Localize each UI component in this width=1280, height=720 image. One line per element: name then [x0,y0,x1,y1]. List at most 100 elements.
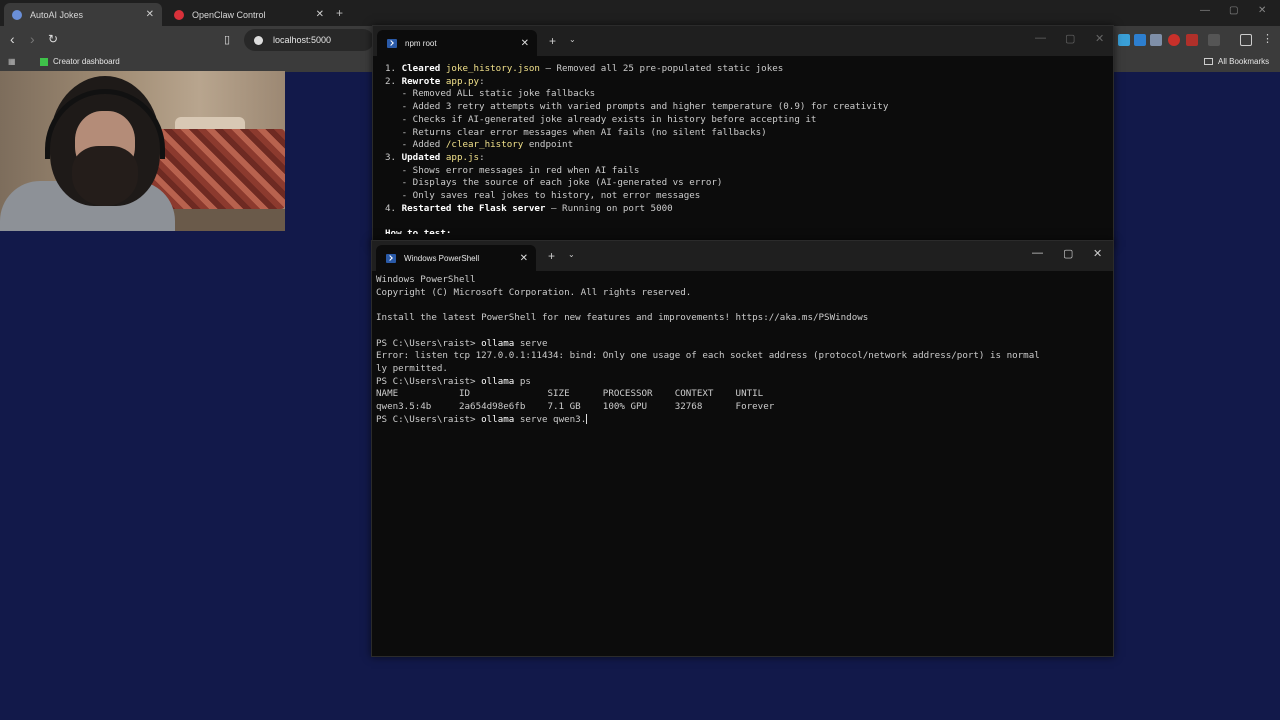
extension-icon[interactable] [1168,34,1180,46]
terminal-line: - Removed ALL static joke fallbacks [385,88,888,101]
close-icon[interactable]: ✕ [1095,32,1104,45]
text-cursor [586,414,588,425]
minimize-icon[interactable]: — [1035,32,1046,44]
webcam-overlay [0,71,285,231]
all-bookmarks[interactable]: All Bookmarks [1204,57,1269,66]
list-heading: Updated [401,151,446,163]
terminal-line: 3. Updated app.js: [385,152,888,165]
folder-icon [1204,58,1213,65]
tab-favicon-icon [12,9,22,20]
close-icon[interactable]: ✕ [146,9,154,20]
browser-tab-bar: AutoAI Jokes ✕ OpenClaw Control ✕ + — ▢ … [0,0,1280,26]
extension-icon[interactable] [1134,34,1146,46]
command-args: serve [514,337,548,349]
bullet-text: - Shows error messages in red when AI fa… [401,164,640,176]
new-tab-icon[interactable]: + [549,34,556,48]
bullet-text: - Only saves real jokes to history, not … [401,190,701,202]
address-bar[interactable]: localhost:5000 [244,29,374,51]
terminal-line: - Only saves real jokes to history, not … [385,190,888,203]
tab-autoai-jokes[interactable]: AutoAI Jokes ✕ [4,3,162,26]
terminal-tab[interactable]: Windows PowerShell ✕ [376,245,536,271]
url-text: localhost:5000 [273,35,332,45]
powershell-window[interactable]: Windows PowerShell ✕ + ⌄ — ▢ ✕ Windows P… [371,240,1114,657]
powershell-icon [387,38,397,48]
maximize-icon[interactable]: ▢ [1065,32,1075,45]
bullet-text: - Removed ALL static joke fallbacks [401,88,596,100]
terminal-tab[interactable]: npm root ✕ [377,30,537,56]
terminal-line: NAME ID SIZE PROCESSOR CONTEXT UNTIL [376,388,1040,401]
terminal-line: - Added 3 retry attempts with varied pro… [385,101,889,114]
command-name: ollama [481,337,515,349]
site-info-icon[interactable] [254,35,263,45]
output-text: ly permitted. [376,362,448,374]
shell-prompt: PS C:\Users\raist> [376,375,482,387]
maximize-icon[interactable]: ▢ [1063,247,1073,260]
extensions-puzzle-icon[interactable] [1208,34,1220,46]
output-text: Install the latest PowerShell for new fe… [376,312,869,324]
chevron-down-icon[interactable]: ⌄ [569,35,576,44]
close-icon[interactable]: ✕ [316,9,324,20]
terminal-line: Copyright (C) Microsoft Corporation. All… [376,287,1040,300]
tab-favicon-icon [174,9,184,20]
minimize-icon[interactable]: — [1200,5,1210,16]
chevron-down-icon[interactable]: ⌄ [568,250,575,259]
close-window-icon[interactable]: ✕ [1258,5,1266,16]
tab-label: AutoAI Jokes [30,9,84,20]
extension-icon[interactable] [1118,34,1130,46]
terminal-line: - Checks if AI-generated joke already ex… [385,114,888,127]
terminal-tab-title: Windows PowerShell [404,253,480,263]
sidebar-toggle-icon[interactable] [1240,34,1252,46]
new-tab-icon[interactable]: + [336,6,343,20]
extension-icon[interactable] [1186,34,1198,46]
back-icon[interactable]: ‹ [10,31,15,47]
bookmark-label: All Bookmarks [1218,57,1270,66]
bookmark-icon[interactable]: ▯ [224,33,230,46]
forward-icon[interactable]: › [30,31,35,47]
terminal-line: - Returns clear error messages when AI f… [385,127,888,140]
close-icon[interactable]: ✕ [1093,247,1102,260]
list-heading: Restarted the Flask server [401,202,546,214]
list-heading: Cleared [401,63,446,74]
shell-prompt: PS C:\Users\raist> [376,337,482,349]
powershell-output[interactable]: Windows PowerShell Copyright (C) Microsof… [376,274,1040,426]
list-number: 4. [385,202,402,214]
extension-icon[interactable] [1150,34,1162,46]
minimize-icon[interactable]: — [1032,247,1043,259]
terminal-line: - Added /clear_history endpoint [385,139,888,152]
creator-logo-icon [40,57,48,66]
bullet-text: - Added [401,139,446,151]
terminal-line: 4. Restarted the Flask server – Running … [385,203,888,216]
reload-icon[interactable]: ↻ [48,32,58,46]
terminal-line: 1. Cleared joke_history.json – Removed a… [385,63,888,76]
menu-icon[interactable]: ⋮ [1262,32,1274,45]
maximize-icon[interactable]: ▢ [1229,5,1238,16]
command-args: serve qwen3. [514,413,587,425]
bookmark-creator-dashboard[interactable]: Creator dashboard [40,57,120,66]
terminal-line: PS C:\Users\raist> ollama ps [376,376,1040,389]
apps-grid-icon[interactable]: ▦ [8,57,16,66]
highlighted-filename: app.py [445,75,480,87]
tab-openclaw-control[interactable]: OpenClaw Control ✕ [166,3,332,26]
command-name: ollama [481,375,515,387]
line-text: – Running on port 5000 [545,202,673,214]
output-text: qwen3.5:4b 2a654d98e6fb 7.1 GB 100% GPU … [376,401,775,413]
output-text: Error: listen tcp 127.0.0.1:11434: bind:… [376,350,1040,362]
close-icon[interactable]: ✕ [521,38,529,49]
powershell-icon [386,253,396,263]
terminal-line: qwen3.5:4b 2a654d98e6fb 7.1 GB 100% GPU … [376,401,1040,414]
highlighted-filename: app.js [445,151,480,163]
new-tab-icon[interactable]: + [548,249,555,263]
terminal-titlebar: npm root ✕ + ⌄ — ▢ ✕ [373,26,1113,56]
highlighted-endpoint: /clear_history [445,139,524,151]
close-icon[interactable]: ✕ [520,253,528,264]
terminal-line: PS C:\Users\raist> ollama serve qwen3. [376,414,1040,427]
npm-terminal-window[interactable]: npm root ✕ + ⌄ — ▢ ✕ 1. Cleared joke_his… [372,25,1114,247]
terminal-line: Windows PowerShell [376,274,1040,287]
